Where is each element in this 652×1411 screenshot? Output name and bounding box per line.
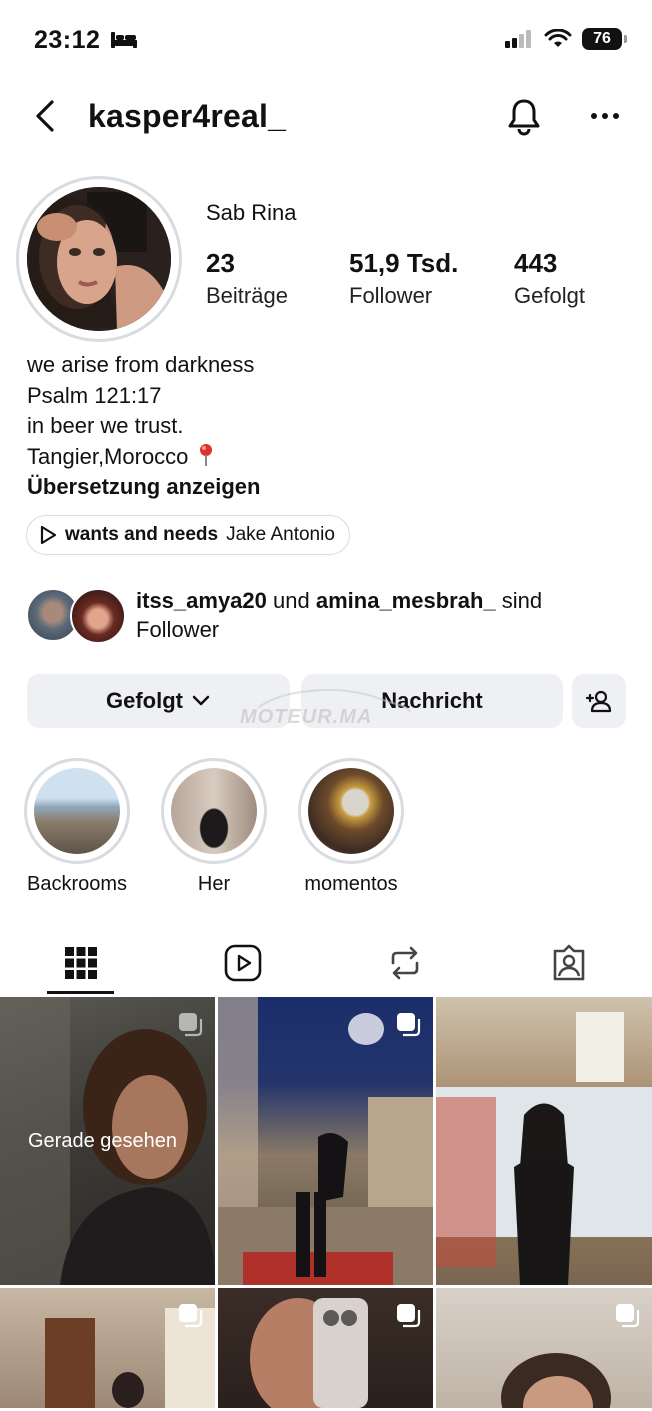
profile-bio: we arise from darkness Psalm 121:17 in b… [27,350,260,503]
stat-followers[interactable]: 51,9 Tsd. Follower [349,248,458,309]
stat-posts-count: 23 [206,248,235,278]
bell-icon [508,99,540,136]
profile-avatar[interactable] [27,187,171,331]
post-thumbnail[interactable]: Gerade gesehen [0,997,215,1285]
highlight-momentos[interactable]: momentos [296,758,406,896]
post-image [218,997,433,1285]
stat-followers-label: Follower [349,283,433,308]
stat-posts[interactable]: 23 Beiträge [206,248,288,309]
stat-following[interactable]: 443 Gefolgt [514,248,585,309]
play-icon [40,525,57,545]
post-thumbnail[interactable] [218,997,433,1285]
multiple-photos-icon [179,1013,203,1037]
repost-icon [391,946,419,980]
more-icon [591,113,619,119]
just-seen-label: Gerade gesehen [28,1130,178,1152]
highlight-backrooms[interactable]: Backrooms [22,758,132,896]
more-options-button[interactable] [586,98,626,134]
battery-indicator: 76 [582,28,627,50]
profile-username: kasper4real_ [88,98,287,134]
message-button-label: Nachricht [381,688,483,713]
mutual-conjunction: und [273,588,310,613]
multiple-photos-icon [397,1013,421,1037]
battery-level: 76 [593,30,611,47]
multiple-photos-icon [179,1304,203,1328]
notifications-button[interactable] [504,96,544,136]
mutual-user-1: itss_amya20 [136,588,267,613]
music-song-title: wants and needs [65,524,219,545]
story-highlights: Backrooms Her momentos [0,758,652,898]
mutual-followers-text[interactable]: itss_amya20 und amina_mesbrah_ sind Foll… [136,586,616,644]
back-button[interactable] [30,96,60,136]
mutual-avatar [70,588,126,644]
status-time: 23:12 [34,26,101,54]
reels-icon [224,944,262,982]
active-tab-indicator [47,991,114,994]
bio-line-location: Tangier,Morocco [27,442,260,473]
stat-followers-count: 51,9 Tsd. [349,248,459,278]
avatar-photo [27,187,171,331]
multiple-photos-icon [397,1304,421,1328]
status-bar: 23:12 76 [0,0,652,80]
bio-line: in beer we trust. [27,413,184,438]
suggested-users-button[interactable] [572,674,626,728]
bio-line: Psalm 121:17 [27,382,162,408]
tagged-person-icon [553,944,585,981]
tab-reposts[interactable] [371,930,439,996]
highlight-ring [298,758,404,864]
following-button[interactable]: Gefolgt [27,674,290,728]
chevron-down-icon [192,695,210,706]
cellular-signal-icon [505,30,531,48]
mutual-user-2: amina_mesbrah_ [315,588,496,613]
tab-posts-grid[interactable] [47,930,115,996]
wifi-icon [544,29,572,47]
profile-header: kasper4real_ [0,88,652,144]
tab-reels[interactable] [209,930,277,996]
profile-display-name: Sab Rina [206,200,297,225]
multiple-photos-icon [616,1304,640,1328]
stat-following-count: 443 [514,248,558,278]
highlight-ring [161,758,267,864]
message-button[interactable]: Nachricht [301,674,563,728]
post-image [436,1012,652,1285]
mutual-line2: Follower [136,617,220,642]
add-person-icon [585,690,612,713]
highlight-cover [34,768,120,854]
post-thumbnail[interactable] [0,1288,215,1408]
following-button-label: Gefolgt [106,688,183,713]
mutual-followers-avatars[interactable] [26,588,126,644]
stat-following-label: Gefolgt [514,283,585,308]
stat-posts-label: Beiträge [206,283,288,308]
location-pin-icon [199,443,212,466]
music-artist: Jake Antonio [226,524,335,545]
grid-icon [65,947,97,979]
bio-line: we arise from darkness [27,352,255,377]
translate-bio-link[interactable]: Übersetzung anzeigen [27,472,260,503]
tab-tagged[interactable] [535,930,603,996]
chevron-left-icon [36,100,54,132]
highlight-label: Backrooms [26,873,128,895]
highlight-label: Her [197,873,231,895]
bio-location-text: Tangier,Morocco [27,443,189,469]
highlight-label: momentos [304,873,398,895]
post-thumbnail[interactable] [436,997,652,1285]
sleep-focus-icon [111,32,137,48]
highlight-her[interactable]: Her [159,758,269,896]
profile-music-pill[interactable]: wants and needs Jake Antonio [26,515,350,555]
mutual-suffix: sind [501,588,543,613]
profile-content-tabs [0,930,652,996]
highlight-cover [171,768,257,854]
post-thumbnail[interactable] [218,1288,433,1408]
highlight-cover [308,768,394,854]
post-thumbnail[interactable] [436,1288,652,1408]
highlight-ring [24,758,130,864]
